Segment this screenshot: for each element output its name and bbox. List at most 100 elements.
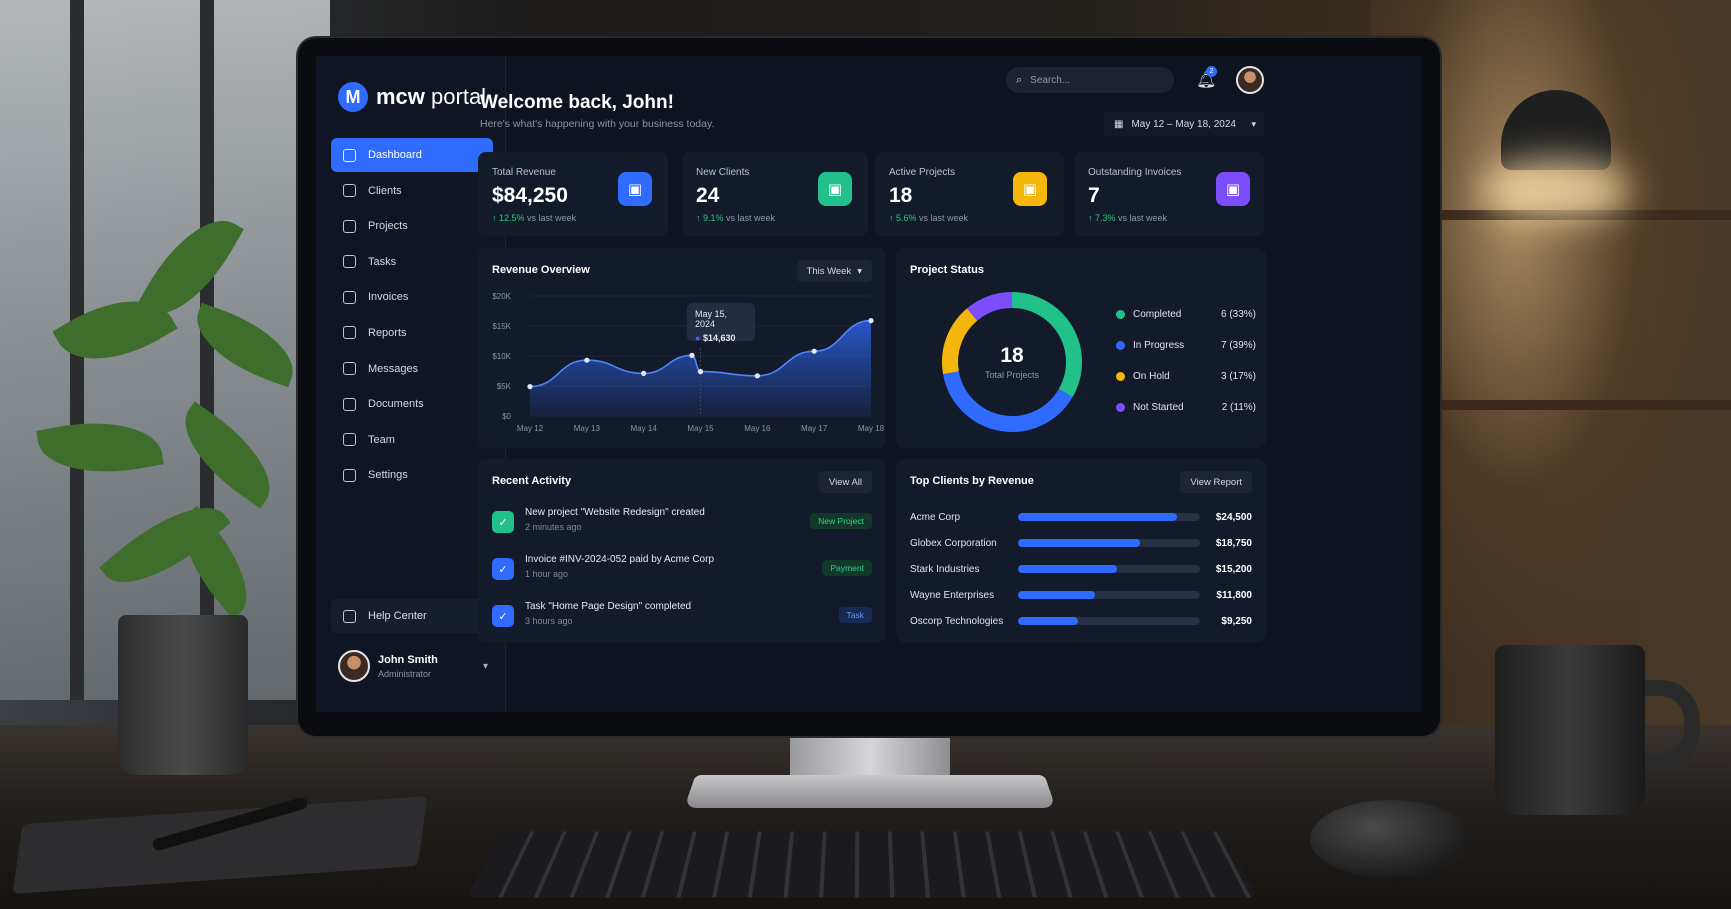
stat-card[interactable]: Active Projects 18 ↑ 5.6% vs last week ▣ bbox=[875, 152, 1064, 236]
data-point[interactable] bbox=[868, 318, 874, 324]
legend-item: In Progress 7 (39%) bbox=[1116, 337, 1256, 353]
chevron-down-icon: ▾ bbox=[1251, 118, 1256, 129]
sidebar-item-dashboard[interactable]: Dashboard bbox=[331, 138, 493, 172]
data-point[interactable] bbox=[689, 352, 695, 358]
sidebar-item-documents[interactable]: Documents bbox=[331, 387, 493, 421]
activity-item[interactable]: ✓ Invoice #INV-2024-052 paid by Acme Corp… bbox=[492, 554, 872, 590]
sidebar-item-label: Team bbox=[368, 433, 395, 446]
activity-tag: New Project bbox=[810, 513, 872, 529]
stat-value: 24 bbox=[696, 184, 720, 207]
data-point[interactable] bbox=[641, 370, 647, 376]
legend-value: 6 (33%) bbox=[1220, 308, 1256, 320]
top-clients-panel: Top Clients by Revenue View Report Acme … bbox=[896, 459, 1266, 642]
plant-pot bbox=[118, 615, 248, 775]
client-row[interactable]: Acme Corp $24,500 bbox=[910, 510, 1252, 524]
logo-text: mcw portal bbox=[376, 84, 486, 110]
notification-bell-icon[interactable]: 🔔︎ 2 bbox=[1196, 66, 1217, 90]
client-name: Oscorp Technologies bbox=[910, 615, 1004, 627]
home-icon bbox=[343, 148, 356, 162]
logo-light: portal bbox=[424, 84, 487, 109]
activity-title: Recent Activity bbox=[492, 475, 572, 487]
client-row[interactable]: Stark Industries $15,200 bbox=[910, 562, 1252, 576]
stat-card[interactable]: New Clients 24 ↑ 9.1% vs last week ▣ bbox=[682, 152, 868, 236]
client-row[interactable]: Oscorp Technologies $9,250 bbox=[910, 614, 1252, 628]
donut-segment[interactable] bbox=[943, 371, 1073, 432]
sidebar-item-settings[interactable]: Settings bbox=[331, 458, 493, 492]
x-tick-label: May 13 bbox=[574, 424, 601, 433]
activity-time: 2 minutes ago bbox=[525, 522, 582, 532]
client-bar-track bbox=[1018, 591, 1200, 599]
sidebar-item-messages[interactable]: Messages bbox=[331, 352, 493, 386]
client-row[interactable]: Wayne Enterprises $11,800 bbox=[910, 588, 1252, 602]
date-range-picker[interactable]: ▦ May 12 – May 18, 2024 ▾ bbox=[1104, 112, 1264, 136]
project-icon: ▣ bbox=[1013, 172, 1047, 206]
stat-card[interactable]: Total Revenue $84,250 ↑ 12.5% vs last week… bbox=[478, 152, 668, 236]
client-bar bbox=[1018, 513, 1178, 521]
folder-icon bbox=[343, 219, 356, 233]
sidebar-item-clients[interactable]: Clients bbox=[331, 174, 493, 208]
client-bar bbox=[1018, 539, 1140, 547]
data-point[interactable] bbox=[527, 384, 533, 390]
header-avatar[interactable] bbox=[1236, 66, 1264, 94]
stat-delta-value: 9.1% bbox=[703, 213, 724, 223]
monitor-stand bbox=[790, 730, 950, 780]
client-bar-track bbox=[1018, 617, 1200, 625]
client-row[interactable]: Globex Corporation $18,750 bbox=[910, 536, 1252, 550]
sidebar-item-projects[interactable]: Projects bbox=[331, 209, 493, 243]
sidebar-item-label: Messages bbox=[368, 362, 419, 375]
logo[interactable]: M mcw portal bbox=[338, 82, 486, 112]
team-icon bbox=[343, 433, 356, 447]
donut-total: 18 bbox=[1000, 344, 1024, 367]
client-name: Wayne Enterprises bbox=[910, 589, 995, 601]
sidebar-item-team[interactable]: Team bbox=[331, 423, 493, 457]
stat-card[interactable]: Outstanding Invoices 7 ↑ 7.3% vs last week… bbox=[1074, 152, 1264, 236]
client-name: Stark Industries bbox=[910, 563, 980, 575]
tooltip-value-text: $14,630 bbox=[702, 333, 736, 343]
activity-title: Task "Home Page Design" completed bbox=[525, 601, 692, 612]
search-input[interactable]: ⌕ Search... bbox=[1006, 67, 1174, 93]
keyboard bbox=[466, 831, 1259, 898]
arrow-up-icon: ↑ bbox=[696, 213, 704, 223]
project-status-panel: Project Status 18 Total Projects Complet… bbox=[896, 248, 1266, 448]
donut-segment[interactable] bbox=[967, 292, 1013, 321]
legend-value: 7 (39%) bbox=[1220, 339, 1256, 351]
y-tick-label: $0 bbox=[502, 412, 511, 421]
sidebar-item-label: Clients bbox=[368, 184, 402, 197]
x-tick-label: May 17 bbox=[801, 424, 828, 433]
tooltip-date: May 15, 2024 bbox=[695, 309, 728, 329]
sidebar-item-tasks[interactable]: Tasks bbox=[331, 245, 493, 279]
legend-label: Completed bbox=[1133, 308, 1182, 320]
chevron-down-icon[interactable]: ▾ bbox=[483, 661, 488, 672]
arrow-up-icon: ↑ bbox=[492, 213, 500, 223]
recent-activity-panel: Recent Activity View All ✓ New project "W… bbox=[478, 459, 886, 642]
donut-center: 18 Total Projects bbox=[932, 344, 1092, 380]
sidebar-item-label: Dashboard bbox=[368, 149, 422, 161]
coffee-mug bbox=[1495, 645, 1645, 815]
data-point[interactable] bbox=[811, 348, 817, 354]
data-point[interactable] bbox=[754, 373, 760, 379]
activity-time: 3 hours ago bbox=[525, 616, 573, 626]
help-center-button[interactable]: Help Center bbox=[331, 599, 491, 633]
view-all-button[interactable]: View All bbox=[818, 471, 872, 493]
view-report-button[interactable]: View Report bbox=[1180, 471, 1252, 493]
data-point[interactable] bbox=[697, 369, 704, 375]
activity-icon: ✓ bbox=[492, 605, 514, 627]
stat-value: $84,250 bbox=[492, 184, 568, 207]
user-profile[interactable]: John Smith Administrator ▾ bbox=[338, 646, 488, 686]
client-name: Globex Corporation bbox=[910, 537, 997, 549]
stat-delta-value: 5.6% bbox=[896, 213, 917, 223]
data-point[interactable] bbox=[584, 357, 590, 363]
legend-label: Not Started bbox=[1133, 402, 1184, 414]
sidebar-item-invoices[interactable]: Invoices bbox=[331, 280, 493, 314]
activity-item[interactable]: ✓ Task "Home Page Design" completed 3 hour… bbox=[492, 601, 872, 637]
invoice-icon: ▣ bbox=[1216, 172, 1250, 206]
activity-item[interactable]: ✓ New project "Website Redesign" created 2… bbox=[492, 507, 872, 543]
project-status-title: Project Status bbox=[910, 264, 984, 276]
y-tick-label: $5K bbox=[497, 382, 512, 391]
donut-total-label: Total Projects bbox=[984, 370, 1040, 380]
x-tick-label: May 12 bbox=[517, 424, 544, 433]
chart-tooltip: May 15, 2024 ● $14,630 bbox=[687, 303, 755, 343]
sidebar-item-label: Invoices bbox=[368, 291, 409, 304]
sidebar-item-reports[interactable]: Reports bbox=[331, 316, 493, 350]
mouse bbox=[1310, 800, 1470, 878]
